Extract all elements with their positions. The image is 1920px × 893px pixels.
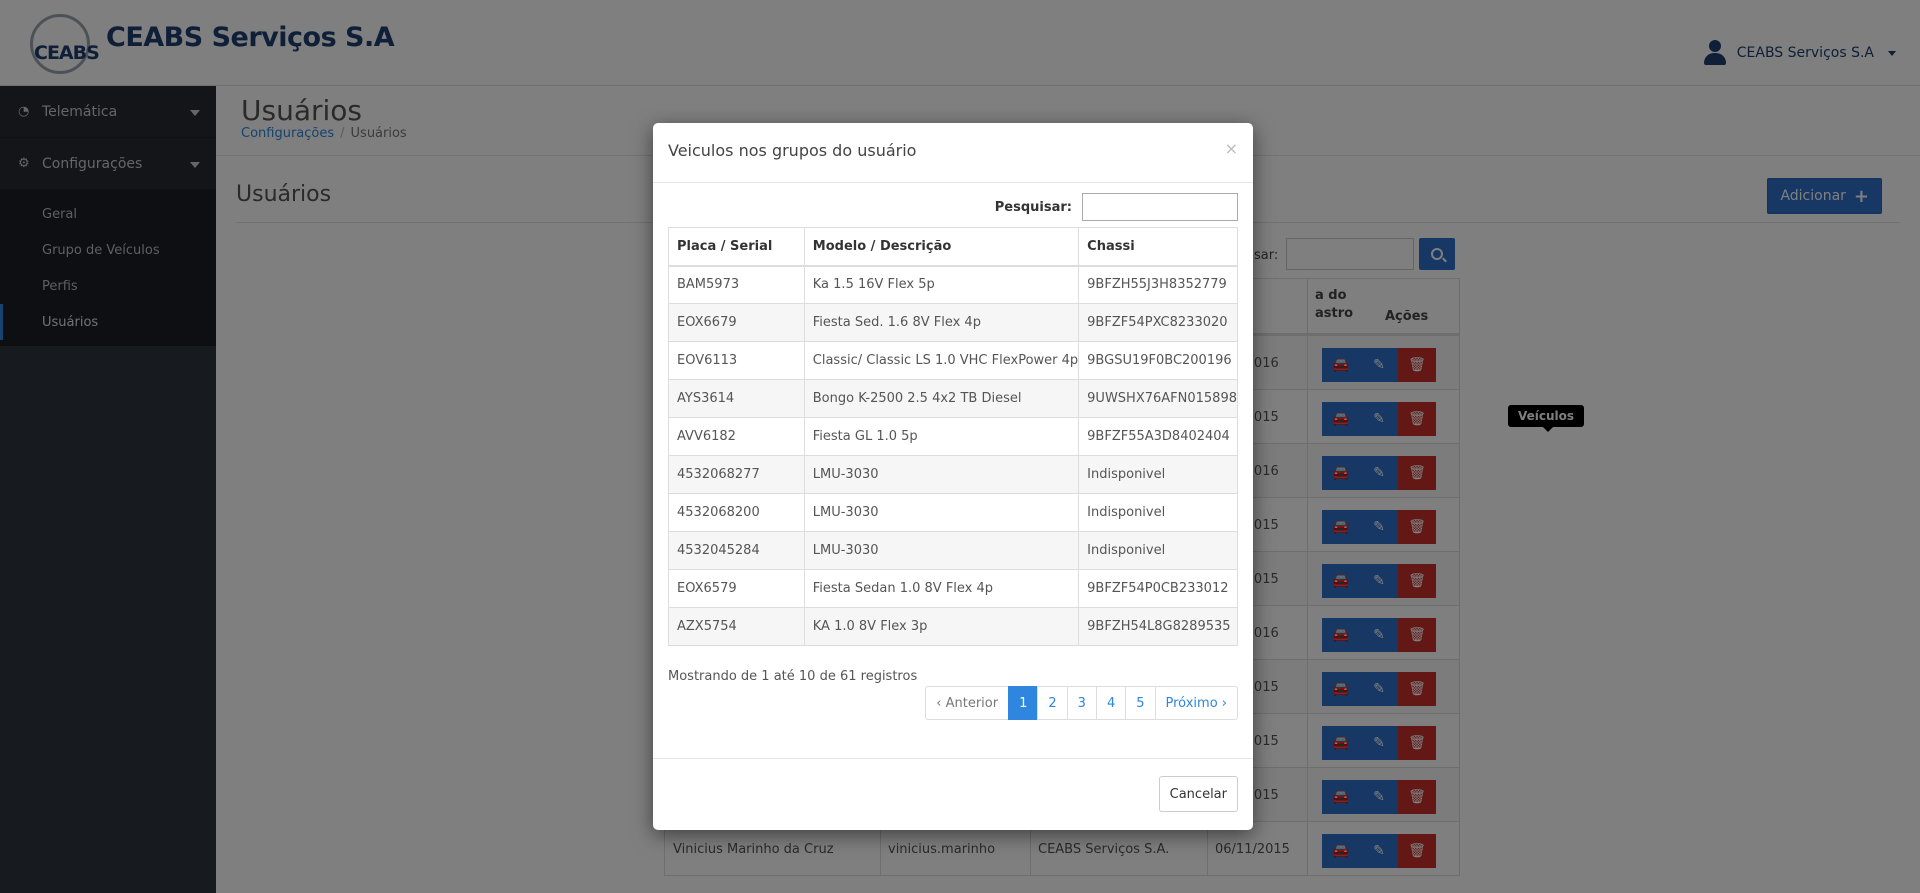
table-row[interactable]: EOX6679 Fiesta Sed. 1.6 8V Flex 4p 9BFZF54… <box>668 303 1238 342</box>
modal-title: Veiculos nos grupos do usuário <box>668 141 917 160</box>
pagination-page-3[interactable]: 3 <box>1066 686 1097 720</box>
modal-header: Veiculos nos grupos do usuário × <box>653 123 1253 183</box>
chassi-cell: Indisponivel <box>1078 493 1238 532</box>
table-row[interactable]: 4532068200 LMU-3030 Indisponivel <box>668 493 1238 532</box>
modelo-cell: Ka 1.5 16V Flex 5p <box>803 265 1080 304</box>
placa-cell: AYS3614 <box>668 379 805 418</box>
pagination-page-4[interactable]: 4 <box>1095 686 1127 720</box>
modelo-cell: Classic/ Classic LS 1.0 VHC FlexPower 4p <box>803 341 1080 380</box>
modelo-cell: LMU-3030 <box>803 455 1080 494</box>
placa-cell: BAM5973 <box>668 265 805 304</box>
placa-cell: 4532068277 <box>668 455 805 494</box>
placa-cell: EOX6679 <box>668 303 805 342</box>
modelo-cell: Bongo K-2500 2.5 4x2 TB Diesel <box>803 379 1080 418</box>
chassi-cell: Indisponivel <box>1078 531 1238 570</box>
chassi-cell: 9BFZH54L8G8289535 <box>1078 607 1238 646</box>
placa-cell: AVV6182 <box>668 417 805 456</box>
table-row[interactable]: EOV6113 Classic/ Classic LS 1.0 VHC FlexP… <box>668 341 1238 380</box>
modelo-cell: Fiesta GL 1.0 5p <box>803 417 1080 456</box>
chassi-cell: 9UWSHX76AFN015898 <box>1078 379 1238 418</box>
column-header-chassi[interactable]: Chassi <box>1078 227 1238 267</box>
pagination-page-2[interactable]: 2 <box>1037 686 1068 720</box>
table-row[interactable]: AYS3614 Bongo K-2500 2.5 4x2 TB Diesel 9UW… <box>668 379 1238 418</box>
pagination-page-1[interactable]: 1 <box>1008 686 1039 720</box>
modal-search: Pesquisar: <box>995 193 1238 221</box>
modal-search-label: Pesquisar: <box>994 199 1072 215</box>
modal-footer: Cancelar <box>653 758 1253 830</box>
table-row[interactable]: EOX6579 Fiesta Sedan 1.0 8V Flex 4p 9BFZF5… <box>668 569 1238 608</box>
vehicles-modal: Veiculos nos grupos do usuário × Pesquis… <box>653 123 1253 830</box>
chassi-cell: Indisponivel <box>1078 455 1238 494</box>
table-row[interactable]: AZX5754 KA 1.0 8V Flex 3p 9BFZH54L8G828953… <box>668 607 1238 646</box>
chassi-cell: 9BGSU19F0BC200196 <box>1078 341 1238 380</box>
table-row[interactable]: BAM5973 Ka 1.5 16V Flex 5p 9BFZH55J3H83527… <box>668 265 1238 304</box>
placa-cell: 4532068200 <box>668 493 805 532</box>
pagination-page-5[interactable]: 5 <box>1125 686 1156 720</box>
placa-cell: EOV6113 <box>668 341 805 380</box>
table-row[interactable]: 4532045284 LMU-3030 Indisponivel <box>668 531 1238 570</box>
vehicles-table-body: BAM5973 Ka 1.5 16V Flex 5p 9BFZH55J3H83527… <box>668 265 1238 646</box>
table-info: Mostrando de 1 até 10 de 61 registros <box>668 669 918 684</box>
vehicles-table: Placa / Serial Modelo / Descrição Chassi… <box>668 227 1238 646</box>
modelo-cell: KA 1.0 8V Flex 3p <box>803 607 1080 646</box>
vehicles-table-header: Placa / Serial Modelo / Descrição Chassi <box>668 227 1238 267</box>
chassi-cell: 9BFZH55J3H8352779 <box>1078 265 1238 304</box>
chassi-cell: 9BFZF55A3D8402404 <box>1078 417 1238 456</box>
table-row[interactable]: 4532068277 LMU-3030 Indisponivel <box>668 455 1238 494</box>
pagination-next[interactable]: Próximo › <box>1154 686 1238 720</box>
cancel-button[interactable]: Cancelar <box>1158 776 1238 812</box>
placa-cell: EOX6579 <box>668 569 805 608</box>
column-header-modelo[interactable]: Modelo / Descrição <box>803 227 1080 267</box>
placa-cell: AZX5754 <box>668 607 805 646</box>
placa-cell: 4532045284 <box>668 531 805 570</box>
chassi-cell: 9BFZF54P0CB233012 <box>1078 569 1238 608</box>
column-header-placa[interactable]: Placa / Serial <box>668 227 805 267</box>
close-icon[interactable]: × <box>1225 139 1238 158</box>
modal-search-input[interactable] <box>1082 193 1238 221</box>
table-row[interactable]: AVV6182 Fiesta GL 1.0 5p 9BFZF55A3D8402404 <box>668 417 1238 456</box>
pagination: ‹ Anterior 1 2 3 4 5 Próximo › <box>925 686 1238 720</box>
modelo-cell: LMU-3030 <box>803 531 1080 570</box>
modelo-cell: LMU-3030 <box>803 493 1080 532</box>
modelo-cell: Fiesta Sedan 1.0 8V Flex 4p <box>803 569 1080 608</box>
pagination-previous[interactable]: ‹ Anterior <box>925 686 1010 720</box>
chassi-cell: 9BFZF54PXC8233020 <box>1078 303 1238 342</box>
modelo-cell: Fiesta Sed. 1.6 8V Flex 4p <box>803 303 1080 342</box>
